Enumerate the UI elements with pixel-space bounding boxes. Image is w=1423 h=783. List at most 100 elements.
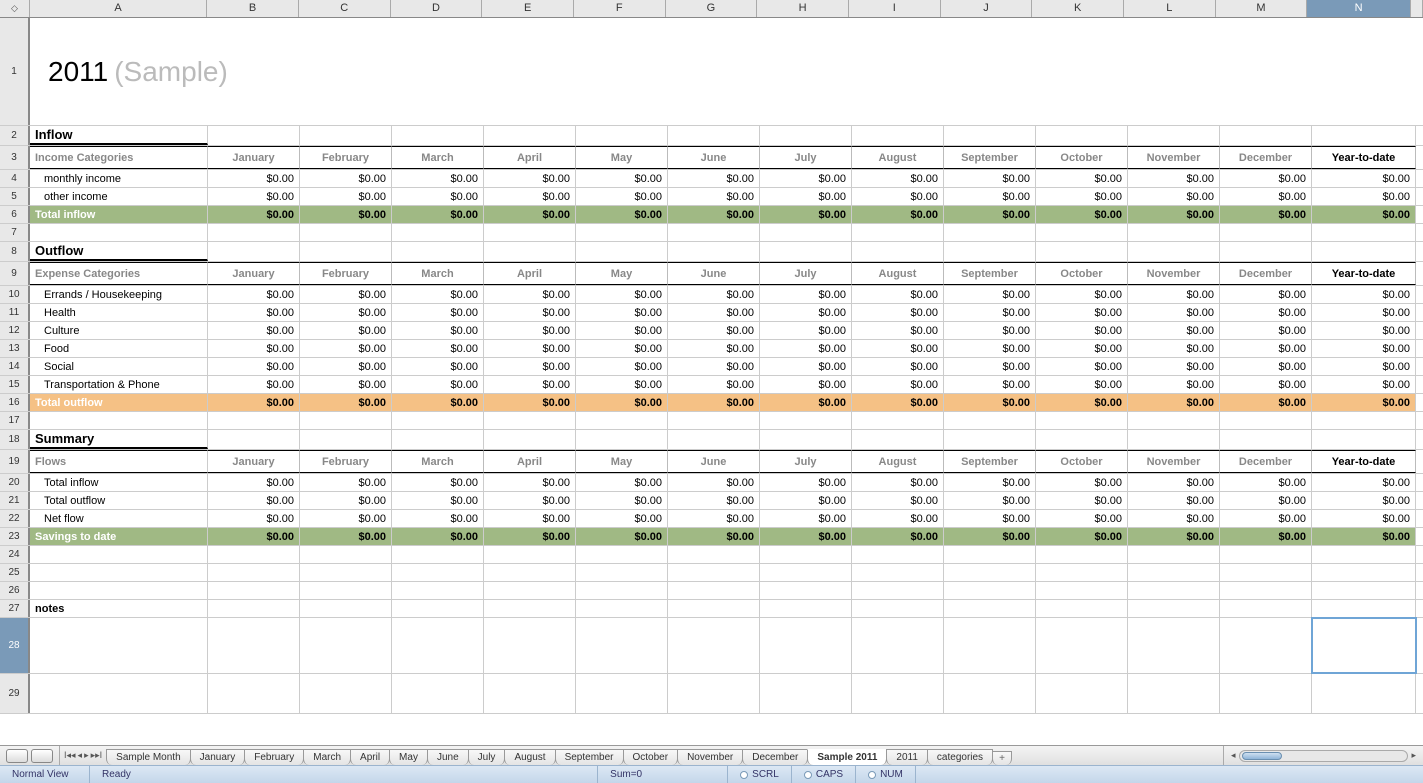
cell[interactable]: $0.00 (1036, 358, 1128, 375)
cell[interactable]: $0.00 (392, 358, 484, 375)
cell[interactable]: $0.00 (300, 286, 392, 303)
row-header[interactable]: 20 (0, 474, 30, 491)
month-header[interactable]: January (208, 450, 300, 473)
cell[interactable]: $0.00 (852, 474, 944, 491)
cell[interactable] (760, 582, 852, 599)
cell[interactable]: $0.00 (576, 492, 668, 509)
flows-header[interactable]: Flows (30, 450, 208, 473)
cell[interactable]: $0.00 (1312, 188, 1416, 205)
cell[interactable] (208, 674, 300, 713)
cell[interactable]: $0.00 (484, 394, 576, 411)
cell[interactable] (852, 126, 944, 145)
cell[interactable]: $0.00 (1220, 376, 1312, 393)
col-header-L[interactable]: L (1124, 0, 1216, 17)
col-header-G[interactable]: G (666, 0, 758, 17)
cell[interactable] (484, 582, 576, 599)
cell[interactable]: $0.00 (1128, 170, 1220, 187)
cell[interactable]: $0.00 (668, 528, 760, 545)
cell[interactable]: $0.00 (852, 340, 944, 357)
cell[interactable] (1312, 600, 1416, 617)
sheet-tab[interactable]: July (468, 749, 506, 765)
cell[interactable] (392, 600, 484, 617)
cell[interactable]: $0.00 (300, 358, 392, 375)
cell[interactable]: $0.00 (1036, 528, 1128, 545)
cell[interactable] (392, 126, 484, 145)
scroll-right-icon[interactable]: ▸ (1408, 750, 1419, 761)
cell[interactable] (1128, 674, 1220, 713)
cell[interactable] (944, 430, 1036, 449)
sheet-tab[interactable]: August (504, 749, 555, 765)
cell[interactable]: $0.00 (1312, 206, 1416, 223)
cell[interactable] (300, 430, 392, 449)
row-header[interactable]: 2 (0, 126, 30, 145)
cell[interactable]: $0.00 (392, 394, 484, 411)
cat-other-income[interactable]: other income (30, 188, 208, 205)
row-header[interactable]: 15 (0, 376, 30, 393)
cell[interactable]: $0.00 (484, 492, 576, 509)
sheet-tab[interactable]: November (677, 749, 743, 765)
cell[interactable]: $0.00 (300, 394, 392, 411)
month-header[interactable]: December (1220, 450, 1312, 473)
month-header[interactable]: April (484, 450, 576, 473)
tab-last-icon[interactable]: ▸▸I (91, 750, 103, 761)
row-header[interactable]: 10 (0, 286, 30, 303)
cell[interactable] (1220, 582, 1312, 599)
sheet-tab[interactable]: 2011 (886, 749, 928, 765)
cell[interactable]: $0.00 (1128, 376, 1220, 393)
summary-row[interactable]: Total outflow (30, 492, 208, 509)
cell[interactable]: $0.00 (668, 322, 760, 339)
cell[interactable]: $0.00 (208, 394, 300, 411)
cell[interactable] (944, 224, 1036, 241)
cell[interactable] (576, 582, 668, 599)
cell[interactable] (300, 224, 392, 241)
cell[interactable]: $0.00 (1036, 206, 1128, 223)
cell[interactable] (852, 430, 944, 449)
cell[interactable] (484, 618, 576, 673)
cell[interactable]: $0.00 (484, 170, 576, 187)
expense-row[interactable]: Errands / Housekeeping (30, 286, 208, 303)
cell[interactable] (484, 412, 576, 429)
col-header-D[interactable]: D (391, 0, 483, 17)
cell[interactable]: $0.00 (668, 286, 760, 303)
cell[interactable] (852, 582, 944, 599)
cell[interactable]: $0.00 (1312, 492, 1416, 509)
row-header[interactable]: 26 (0, 582, 30, 599)
grid-body[interactable]: 1 2011 (Sample) 2 Inflow 3 Income Catego… (0, 18, 1423, 745)
cell[interactable]: $0.00 (1036, 340, 1128, 357)
cell[interactable] (300, 618, 392, 673)
cell[interactable]: $0.00 (944, 206, 1036, 223)
cell[interactable]: $0.00 (576, 474, 668, 491)
cell[interactable]: $0.00 (1312, 376, 1416, 393)
cell[interactable]: $0.00 (668, 206, 760, 223)
row-header[interactable]: 27 (0, 600, 30, 617)
row-header[interactable]: 3 (0, 146, 30, 169)
cell[interactable] (484, 546, 576, 563)
row-header[interactable]: 4 (0, 170, 30, 187)
cell[interactable]: $0.00 (668, 474, 760, 491)
cell[interactable]: $0.00 (392, 206, 484, 223)
cell[interactable]: $0.00 (392, 510, 484, 527)
month-header[interactable]: March (392, 450, 484, 473)
cell[interactable]: $0.00 (392, 304, 484, 321)
scroll-left-icon[interactable]: ◂ (1228, 750, 1239, 761)
cell[interactable]: $0.00 (1312, 170, 1416, 187)
row-header[interactable]: 25 (0, 564, 30, 581)
cell[interactable]: $0.00 (668, 170, 760, 187)
scroll-thumb[interactable] (1242, 752, 1282, 760)
cell[interactable]: $0.00 (484, 304, 576, 321)
cell[interactable]: $0.00 (208, 304, 300, 321)
cell[interactable] (760, 126, 852, 145)
cell[interactable] (1036, 582, 1128, 599)
cell[interactable]: $0.00 (760, 286, 852, 303)
month-header[interactable]: August (852, 450, 944, 473)
cell[interactable] (1220, 618, 1312, 673)
sheet-tab[interactable]: April (350, 749, 390, 765)
cell[interactable]: $0.00 (392, 340, 484, 357)
cell[interactable] (1036, 618, 1128, 673)
cell[interactable] (208, 242, 300, 261)
cell[interactable] (668, 242, 760, 261)
expense-row[interactable]: Food (30, 340, 208, 357)
sheet-tab[interactable]: categories (927, 749, 993, 765)
cell[interactable]: $0.00 (760, 376, 852, 393)
cell[interactable]: $0.00 (1036, 304, 1128, 321)
